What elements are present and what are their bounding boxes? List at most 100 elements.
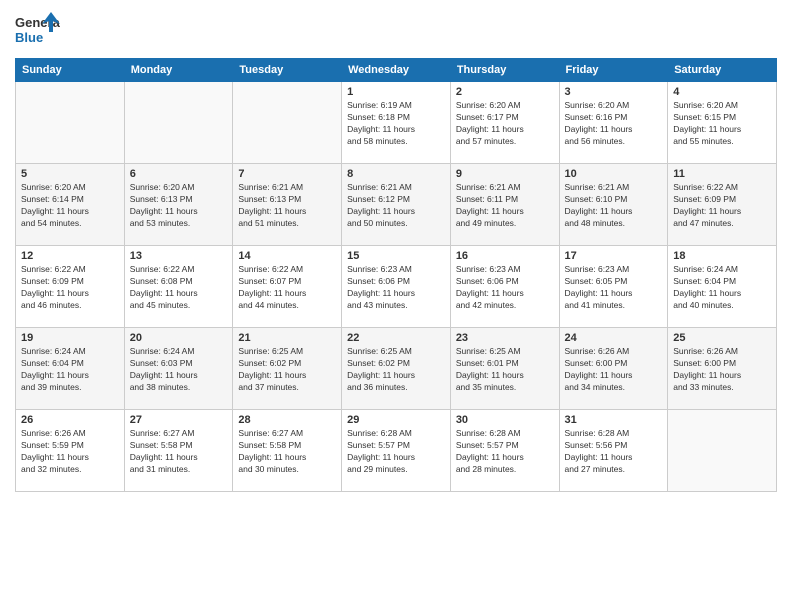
day-info: Sunrise: 6:20 AMSunset: 6:15 PMDaylight:… [673,100,771,148]
table-cell: 17 Sunrise: 6:23 AMSunset: 6:05 PMDayligh… [559,246,668,328]
day-number: 14 [238,250,336,262]
day-info: Sunrise: 6:28 AMSunset: 5:56 PMDaylight:… [565,428,663,476]
table-cell: 1 Sunrise: 6:19 AMSunset: 6:18 PMDaylight… [342,82,451,164]
header-friday: Friday [559,59,668,82]
week-row-1: 1 Sunrise: 6:19 AMSunset: 6:18 PMDaylight… [16,82,777,164]
day-number: 31 [565,414,663,426]
day-info: Sunrise: 6:20 AMSunset: 6:14 PMDaylight:… [21,182,119,230]
day-info: Sunrise: 6:21 AMSunset: 6:11 PMDaylight:… [456,182,554,230]
day-number: 22 [347,332,445,344]
table-cell [16,82,125,164]
day-info: Sunrise: 6:23 AMSunset: 6:05 PMDaylight:… [565,264,663,312]
day-number: 1 [347,86,445,98]
header-saturday: Saturday [668,59,777,82]
table-cell: 9 Sunrise: 6:21 AMSunset: 6:11 PMDaylight… [450,164,559,246]
week-row-4: 19 Sunrise: 6:24 AMSunset: 6:04 PMDayligh… [16,328,777,410]
table-cell: 3 Sunrise: 6:20 AMSunset: 6:16 PMDaylight… [559,82,668,164]
day-number: 18 [673,250,771,262]
day-info: Sunrise: 6:25 AMSunset: 6:02 PMDaylight:… [238,346,336,394]
day-info: Sunrise: 6:26 AMSunset: 5:59 PMDaylight:… [21,428,119,476]
day-info: Sunrise: 6:23 AMSunset: 6:06 PMDaylight:… [456,264,554,312]
table-cell: 24Sunrise: 6:26 AMSunset: 6:00 PMDayligh… [559,328,668,410]
day-info: Sunrise: 6:20 AMSunset: 6:13 PMDaylight:… [130,182,228,230]
calendar: SundayMondayTuesdayWednesdayThursdayFrid… [15,58,777,492]
day-info: Sunrise: 6:22 AMSunset: 6:09 PMDaylight:… [21,264,119,312]
day-number: 7 [238,168,336,180]
day-number: 5 [21,168,119,180]
day-info: Sunrise: 6:28 AMSunset: 5:57 PMDaylight:… [456,428,554,476]
day-number: 2 [456,86,554,98]
day-number: 4 [673,86,771,98]
table-cell: 6Sunrise: 6:20 AMSunset: 6:13 PMDaylight… [124,164,233,246]
day-info: Sunrise: 6:22 AMSunset: 6:07 PMDaylight:… [238,264,336,312]
day-number: 8 [347,168,445,180]
table-cell: 7 Sunrise: 6:21 AMSunset: 6:13 PMDaylight… [233,164,342,246]
table-cell: 15Sunrise: 6:23 AMSunset: 6:06 PMDayligh… [342,246,451,328]
day-info: Sunrise: 6:25 AMSunset: 6:01 PMDaylight:… [456,346,554,394]
table-cell: 22 Sunrise: 6:25 AMSunset: 6:02 PMDayligh… [342,328,451,410]
table-cell: 2 Sunrise: 6:20 AMSunset: 6:17 PMDaylight… [450,82,559,164]
header-monday: Monday [124,59,233,82]
day-info: Sunrise: 6:24 AMSunset: 6:03 PMDaylight:… [130,346,228,394]
day-info: Sunrise: 6:21 AMSunset: 6:10 PMDaylight:… [565,182,663,230]
day-number: 25 [673,332,771,344]
day-number: 11 [673,168,771,180]
table-cell: 8 Sunrise: 6:21 AMSunset: 6:12 PMDaylight… [342,164,451,246]
day-info: Sunrise: 6:28 AMSunset: 5:57 PMDaylight:… [347,428,445,476]
table-cell: 13 Sunrise: 6:22 AMSunset: 6:08 PMDayligh… [124,246,233,328]
day-info: Sunrise: 6:19 AMSunset: 6:18 PMDaylight:… [347,100,445,148]
table-cell: 14 Sunrise: 6:22 AMSunset: 6:07 PMDayligh… [233,246,342,328]
day-number: 3 [565,86,663,98]
header: GeneralBlue [15,10,777,50]
logo-svg: GeneralBlue [15,10,60,50]
table-cell: 26 Sunrise: 6:26 AMSunset: 5:59 PMDayligh… [16,410,125,492]
day-info: Sunrise: 6:24 AMSunset: 6:04 PMDaylight:… [21,346,119,394]
table-cell: 21 Sunrise: 6:25 AMSunset: 6:02 PMDayligh… [233,328,342,410]
svg-text:Blue: Blue [15,30,43,45]
day-info: Sunrise: 6:21 AMSunset: 6:13 PMDaylight:… [238,182,336,230]
table-cell: 31 Sunrise: 6:28 AMSunset: 5:56 PMDayligh… [559,410,668,492]
table-cell: 30 Sunrise: 6:28 AMSunset: 5:57 PMDayligh… [450,410,559,492]
day-info: Sunrise: 6:20 AMSunset: 6:16 PMDaylight:… [565,100,663,148]
day-number: 26 [21,414,119,426]
table-cell [124,82,233,164]
day-number: 10 [565,168,663,180]
day-info: Sunrise: 6:20 AMSunset: 6:17 PMDaylight:… [456,100,554,148]
week-row-3: 12 Sunrise: 6:22 AMSunset: 6:09 PMDayligh… [16,246,777,328]
table-cell: 29 Sunrise: 6:28 AMSunset: 5:57 PMDayligh… [342,410,451,492]
day-info: Sunrise: 6:23 AMSunset: 6:06 PMDaylight:… [347,264,445,312]
day-number: 9 [456,168,554,180]
day-number: 27 [130,414,228,426]
table-cell: 23 Sunrise: 6:25 AMSunset: 6:01 PMDayligh… [450,328,559,410]
day-info: Sunrise: 6:22 AMSunset: 6:08 PMDaylight:… [130,264,228,312]
day-number: 30 [456,414,554,426]
logo: GeneralBlue [15,10,60,50]
day-number: 17 [565,250,663,262]
table-cell: 28Sunrise: 6:27 AMSunset: 5:58 PMDayligh… [233,410,342,492]
table-cell: 20Sunrise: 6:24 AMSunset: 6:03 PMDayligh… [124,328,233,410]
day-number: 13 [130,250,228,262]
day-number: 16 [456,250,554,262]
day-info: Sunrise: 6:21 AMSunset: 6:12 PMDaylight:… [347,182,445,230]
table-cell: 25Sunrise: 6:26 AMSunset: 6:00 PMDayligh… [668,328,777,410]
day-number: 24 [565,332,663,344]
day-number: 19 [21,332,119,344]
table-cell: 19 Sunrise: 6:24 AMSunset: 6:04 PMDayligh… [16,328,125,410]
table-cell [668,410,777,492]
day-number: 23 [456,332,554,344]
day-number: 29 [347,414,445,426]
header-thursday: Thursday [450,59,559,82]
page: GeneralBlue SundayMondayTuesdayWednesday… [0,0,792,612]
day-number: 12 [21,250,119,262]
day-number: 21 [238,332,336,344]
day-info: Sunrise: 6:24 AMSunset: 6:04 PMDaylight:… [673,264,771,312]
day-info: Sunrise: 6:25 AMSunset: 6:02 PMDaylight:… [347,346,445,394]
day-info: Sunrise: 6:27 AMSunset: 5:58 PMDaylight:… [130,428,228,476]
table-cell: 10 Sunrise: 6:21 AMSunset: 6:10 PMDayligh… [559,164,668,246]
week-row-2: 5 Sunrise: 6:20 AMSunset: 6:14 PMDaylight… [16,164,777,246]
calendar-header-row: SundayMondayTuesdayWednesdayThursdayFrid… [16,59,777,82]
table-cell: 27 Sunrise: 6:27 AMSunset: 5:58 PMDayligh… [124,410,233,492]
table-cell: 11Sunrise: 6:22 AMSunset: 6:09 PMDayligh… [668,164,777,246]
header-wednesday: Wednesday [342,59,451,82]
table-cell: 12 Sunrise: 6:22 AMSunset: 6:09 PMDayligh… [16,246,125,328]
